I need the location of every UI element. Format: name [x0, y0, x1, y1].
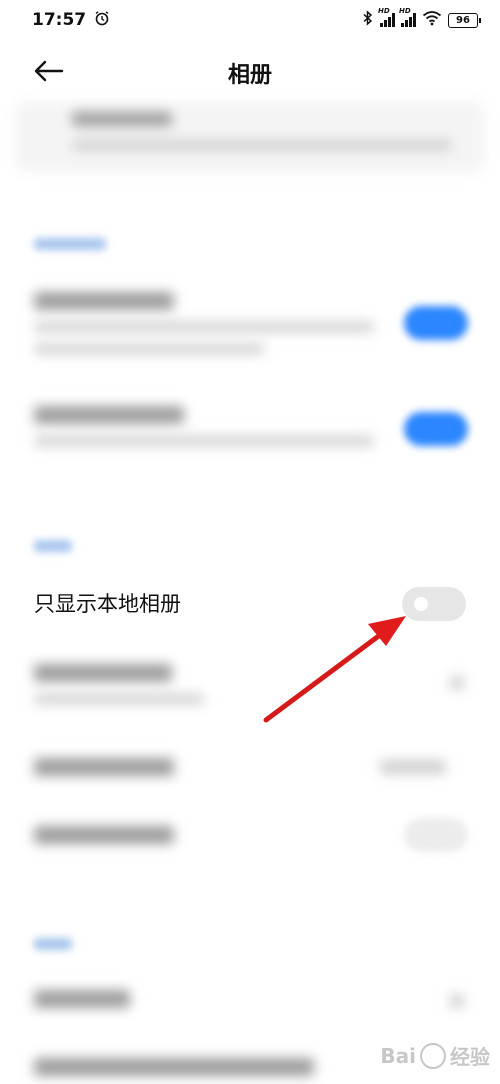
blurred-setting-value — [380, 760, 446, 774]
battery-level: 96 — [456, 14, 470, 26]
signal-icon: HD — [399, 7, 416, 27]
only-local-albums-label: 只显示本地相册 — [34, 592, 181, 616]
blurred-setting-desc — [34, 344, 264, 354]
header: 相册 — [0, 45, 500, 105]
status-bar: 17:57 HD HD 96 — [0, 0, 500, 40]
bluetooth-icon — [362, 9, 374, 31]
paw-icon — [420, 1042, 446, 1069]
blurred-text — [72, 140, 452, 150]
blurred-setting-title — [34, 1058, 314, 1076]
blurred-section-header — [34, 540, 72, 552]
status-time: 17:57 — [32, 10, 87, 30]
blurred-setting-title — [34, 826, 174, 844]
blurred-toggle-on[interactable] — [404, 412, 468, 446]
blurred-setting-title — [34, 406, 184, 424]
toggle-knob — [414, 597, 428, 611]
chevron-right-icon — [450, 994, 464, 1008]
blurred-section-header — [34, 238, 106, 250]
signal-icon: HD — [378, 7, 395, 27]
blurred-toggle-on[interactable] — [404, 306, 468, 340]
only-local-albums-toggle[interactable] — [402, 587, 466, 621]
signal-hd-label: HD — [399, 7, 411, 15]
blurred-setting-desc — [34, 694, 204, 704]
baidu-watermark: Bai 经验 — [380, 1041, 490, 1070]
blurred-settings-card — [16, 102, 484, 172]
blurred-setting-title — [34, 664, 172, 682]
blurred-section-header — [34, 938, 72, 950]
signal-hd-label: HD — [378, 7, 390, 15]
blurred-toggle-off[interactable] — [404, 818, 468, 852]
page-title: 相册 — [227, 63, 272, 88]
wifi-icon — [422, 10, 442, 31]
status-left: 17:57 — [32, 10, 110, 31]
blurred-setting-title — [34, 758, 174, 776]
blurred-setting-desc — [34, 322, 374, 332]
watermark-suffix: 经验 — [450, 1045, 490, 1069]
blurred-setting-title — [34, 292, 174, 310]
blurred-text — [72, 112, 172, 126]
chevron-right-icon — [450, 676, 464, 690]
blurred-setting-desc — [34, 436, 374, 446]
battery-icon: 96 — [448, 12, 481, 28]
status-right: HD HD 96 — [362, 7, 481, 31]
blurred-setting-title — [34, 990, 130, 1008]
watermark-brand: Bai — [380, 1043, 416, 1068]
alarm-icon — [94, 10, 110, 31]
